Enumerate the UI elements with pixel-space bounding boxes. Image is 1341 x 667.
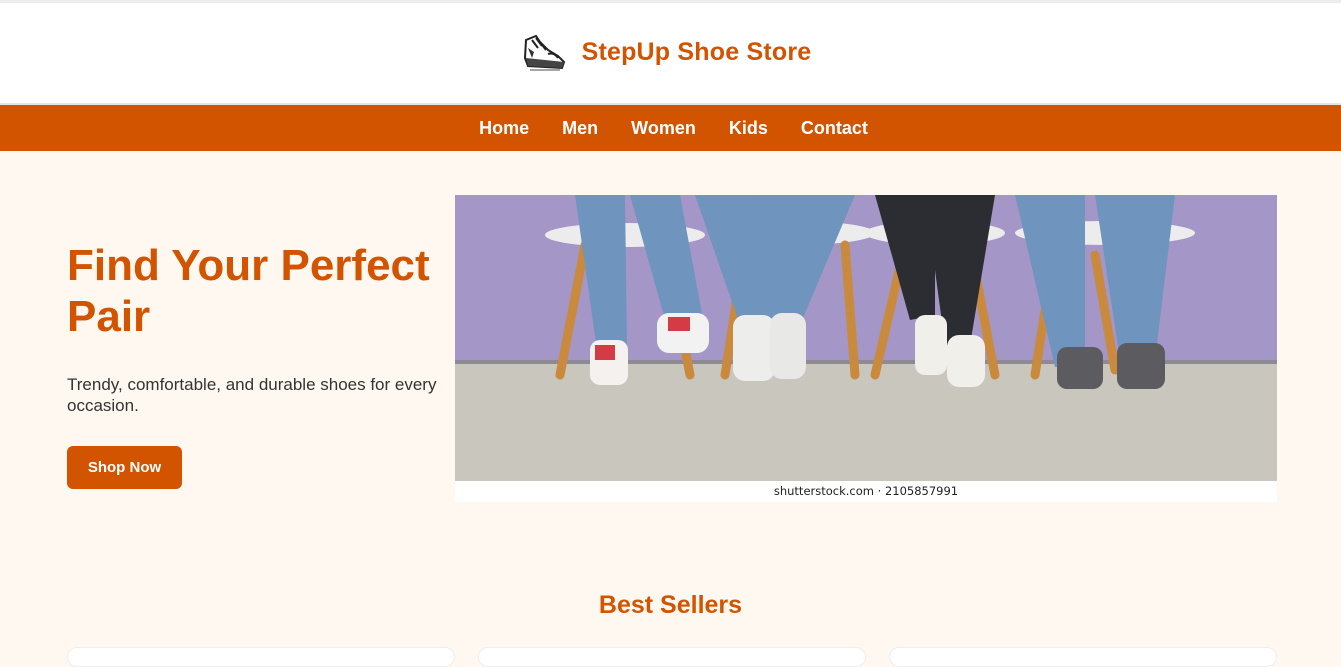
shop-now-button[interactable]: Shop Now xyxy=(67,446,182,489)
product-card[interactable] xyxy=(67,647,455,667)
hero-title: Find Your Perfect Pair xyxy=(67,241,430,341)
nav-kids[interactable]: Kids xyxy=(729,118,768,139)
hero-text: Find Your Perfect Pair Trendy, comfortab… xyxy=(67,240,467,416)
nav-home[interactable]: Home xyxy=(479,118,529,139)
nav-women[interactable]: Women xyxy=(631,118,696,139)
nav-men[interactable]: Men xyxy=(562,118,598,139)
product-card[interactable] xyxy=(478,647,866,667)
people-sitting-sneakers-image xyxy=(455,195,1277,481)
main-nav: Home Men Women Kids Contact xyxy=(0,103,1341,151)
image-credit: shutterstock.com · 2105857991 xyxy=(455,481,1277,502)
brand-logo[interactable]: StepUp Shoe Store xyxy=(520,28,812,76)
hero-image: shutterstock.com · 2105857991 xyxy=(455,195,1277,502)
product-card[interactable] xyxy=(889,647,1277,667)
brand-name: StepUp Shoe Store xyxy=(581,37,812,66)
site-header: StepUp Shoe Store xyxy=(0,0,1341,103)
hero-subtitle: Trendy, comfortable, and durable shoes f… xyxy=(67,375,437,415)
best-sellers-title: Best Sellers xyxy=(598,591,743,619)
sneaker-icon xyxy=(523,34,565,71)
nav-contact[interactable]: Contact xyxy=(801,118,868,139)
